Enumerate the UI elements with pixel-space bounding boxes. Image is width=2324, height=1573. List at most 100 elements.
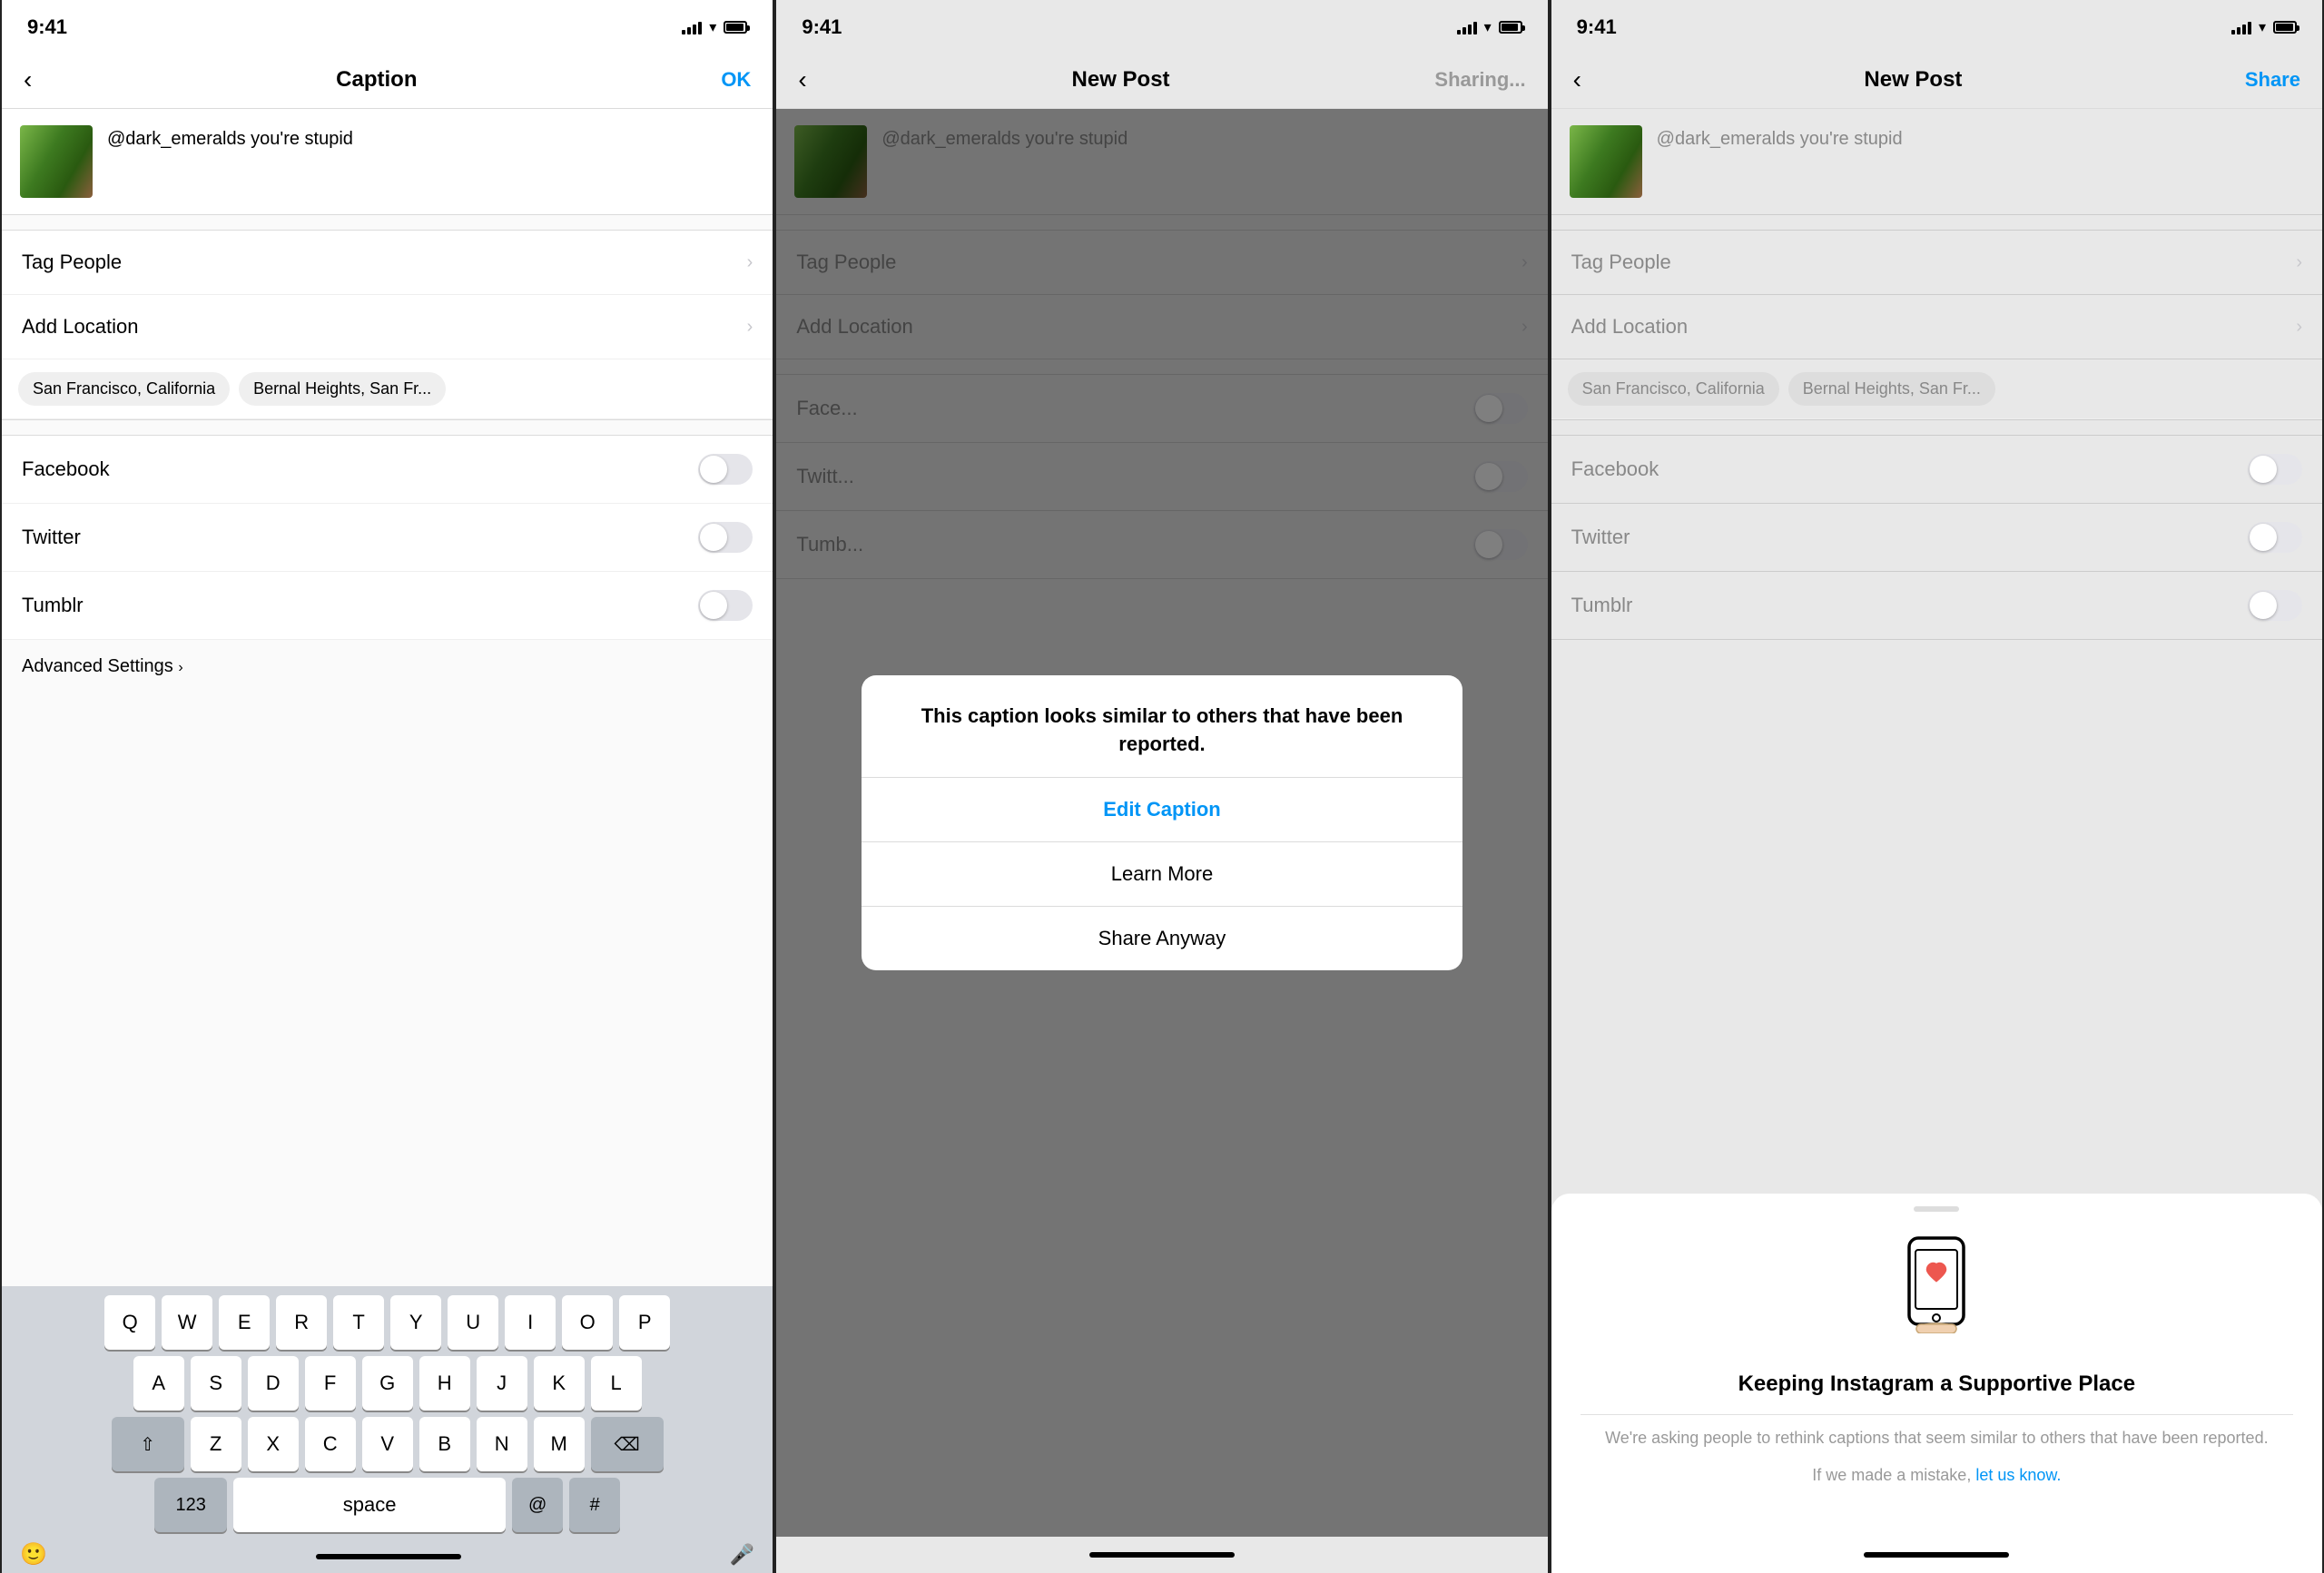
signal-icon-3 xyxy=(2231,20,2251,34)
key-a[interactable]: A xyxy=(133,1356,184,1411)
twitter-label-1: Twitter xyxy=(22,526,81,549)
toggle-section-3: Facebook Twitter Tumblr xyxy=(1551,435,2322,640)
phone-caption: 9:41 ▾ ‹ Caption OK @dark_emeralds you'r… xyxy=(0,0,774,1573)
add-location-label-1: Add Location xyxy=(22,315,138,339)
key-c[interactable]: C xyxy=(305,1417,356,1471)
edit-caption-button[interactable]: Edit Caption xyxy=(862,778,1462,842)
facebook-row-1: Facebook xyxy=(2,436,773,504)
settings-section-3: Tag People › Add Location › San Francisc… xyxy=(1551,230,2322,420)
tumblr-row-1: Tumblr xyxy=(2,572,773,640)
key-row-bottom: 123 space @ # xyxy=(5,1478,769,1532)
key-m[interactable]: M xyxy=(534,1417,585,1471)
location-tag-bh-1[interactable]: Bernal Heights, San Fr... xyxy=(239,372,446,406)
tag-people-label-3: Tag People xyxy=(1571,251,1671,274)
key-b[interactable]: B xyxy=(419,1417,470,1471)
key-d[interactable]: D xyxy=(248,1356,299,1411)
status-bar-1: 9:41 ▾ xyxy=(2,0,773,51)
status-time-2: 9:41 xyxy=(802,15,842,39)
back-button-2[interactable]: ‹ xyxy=(798,65,806,94)
key-f[interactable]: F xyxy=(305,1356,356,1411)
let-us-know-link[interactable]: let us know. xyxy=(1975,1466,2061,1484)
post-row-3: @dark_emeralds you're stupid xyxy=(1551,109,2322,215)
location-tags-3: San Francisco, California Bernal Heights… xyxy=(1551,359,2322,419)
home-bar-2 xyxy=(1089,1552,1235,1558)
chevron-icon-3a: › xyxy=(2296,252,2302,273)
battery-icon-3 xyxy=(2273,21,2297,34)
key-h[interactable]: H xyxy=(419,1356,470,1411)
back-button-3[interactable]: ‹ xyxy=(1573,65,1581,94)
key-space[interactable]: space xyxy=(233,1478,506,1532)
status-bar-2: 9:41 ▾ xyxy=(776,0,1547,51)
signal-icon-2 xyxy=(1457,20,1477,34)
key-p[interactable]: P xyxy=(619,1295,670,1350)
back-button-1[interactable]: ‹ xyxy=(24,65,32,94)
key-row-z: ⇧ Z X C V B N M ⌫ xyxy=(5,1417,769,1471)
tag-people-row-1[interactable]: Tag People › xyxy=(2,231,773,295)
emoji-button[interactable]: 🙂 xyxy=(20,1541,47,1568)
key-v[interactable]: V xyxy=(362,1417,413,1471)
location-tag-bh-3: Bernal Heights, San Fr... xyxy=(1788,372,1995,406)
key-x[interactable]: X xyxy=(248,1417,299,1471)
nav-title-1: Caption xyxy=(336,67,417,93)
twitter-toggle-3 xyxy=(2248,522,2302,553)
sheet-body: We're asking people to rethink captions … xyxy=(1581,1426,2293,1450)
key-i[interactable]: I xyxy=(505,1295,556,1350)
key-e[interactable]: E xyxy=(219,1295,270,1350)
chevron-icon-3b: › xyxy=(2296,317,2302,338)
twitter-toggle-1[interactable] xyxy=(698,522,753,553)
supportive-place-sheet: Keeping Instagram a Supportive Place We'… xyxy=(1551,1194,2322,1537)
key-u[interactable]: U xyxy=(448,1295,498,1350)
key-shift[interactable]: ⇧ xyxy=(112,1417,184,1471)
status-time-3: 9:41 xyxy=(1577,15,1617,39)
post-thumbnail-1 xyxy=(20,125,93,198)
sheet-title: Keeping Instagram a Supportive Place xyxy=(1581,1369,2293,1400)
tumblr-label-3: Tumblr xyxy=(1571,594,1633,617)
key-z[interactable]: Z xyxy=(191,1417,241,1471)
add-location-row-3: Add Location › xyxy=(1551,295,2322,359)
modal-overlay: This caption looks similar to others tha… xyxy=(776,109,1547,1537)
learn-more-button[interactable]: Learn More xyxy=(862,842,1462,907)
key-t[interactable]: T xyxy=(333,1295,384,1350)
share-anyway-button[interactable]: Share Anyway xyxy=(862,907,1462,970)
wifi-icon-2: ▾ xyxy=(1484,18,1492,36)
modal-content: This caption looks similar to others tha… xyxy=(862,675,1462,777)
key-l[interactable]: L xyxy=(591,1356,642,1411)
share-button[interactable]: Share xyxy=(2245,68,2300,92)
key-123[interactable]: 123 xyxy=(154,1478,227,1532)
key-o[interactable]: O xyxy=(562,1295,613,1350)
sheet-divider xyxy=(1581,1414,2293,1415)
key-row-q: Q W E R T Y U I O P xyxy=(5,1295,769,1350)
mic-button[interactable]: 🎤 xyxy=(730,1543,754,1567)
twitter-row-1: Twitter xyxy=(2,504,773,572)
key-y[interactable]: Y xyxy=(390,1295,441,1350)
key-g[interactable]: G xyxy=(362,1356,413,1411)
key-q[interactable]: Q xyxy=(104,1295,155,1350)
battery-icon-2 xyxy=(1499,21,1522,34)
key-at[interactable]: @ xyxy=(512,1478,563,1532)
key-w[interactable]: W xyxy=(162,1295,212,1350)
settings-section-1: Tag People › Add Location › San Francisc… xyxy=(2,230,773,420)
key-delete[interactable]: ⌫ xyxy=(591,1417,664,1471)
key-j[interactable]: J xyxy=(477,1356,527,1411)
caption-input-1[interactable]: @dark_emeralds you're stupid xyxy=(107,125,754,150)
ok-button[interactable]: OK xyxy=(721,68,751,92)
location-tag-sf-3: San Francisco, California xyxy=(1568,372,1779,406)
facebook-toggle-1[interactable] xyxy=(698,454,753,485)
location-tag-sf-1[interactable]: San Francisco, California xyxy=(18,372,230,406)
add-location-row-1[interactable]: Add Location › xyxy=(2,295,773,359)
key-s[interactable]: S xyxy=(191,1356,241,1411)
key-n[interactable]: N xyxy=(477,1417,527,1471)
status-icons-3: ▾ xyxy=(2231,18,2297,36)
phone-info: 9:41 ▾ ‹ New Post Share @dark_emeralds y… xyxy=(1550,0,2324,1573)
advanced-settings-1[interactable]: Advanced Settings › xyxy=(2,640,773,693)
nav-bar-1: ‹ Caption OK xyxy=(2,51,773,109)
key-k[interactable]: K xyxy=(534,1356,585,1411)
tag-people-row-3: Tag People › xyxy=(1551,231,2322,295)
twitter-label-3: Twitter xyxy=(1571,526,1630,549)
wifi-icon-1: ▾ xyxy=(709,18,716,36)
key-hash[interactable]: # xyxy=(569,1478,620,1532)
tumblr-toggle-1[interactable] xyxy=(698,590,753,621)
key-r[interactable]: R xyxy=(276,1295,327,1350)
twitter-row-3: Twitter xyxy=(1551,504,2322,572)
keyboard-1: Q W E R T Y U I O P A S D F G H J K L ⇧ … xyxy=(2,1286,773,1573)
